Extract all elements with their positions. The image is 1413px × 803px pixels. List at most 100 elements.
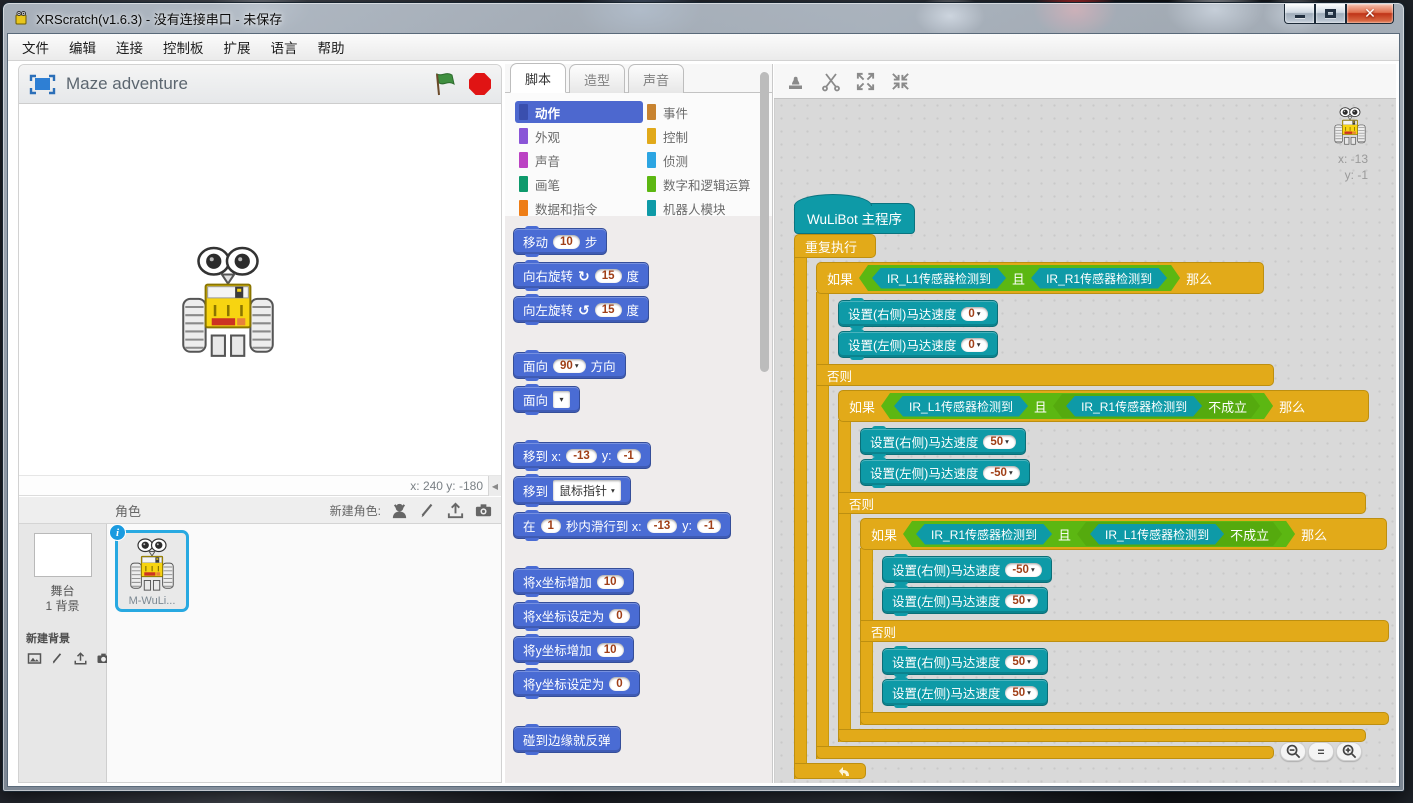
- if3-header[interactable]: 如果 IR_R1传感器检测到 且 IR_L1传感器检测到: [860, 518, 1387, 550]
- motor-block-left-0[interactable]: 设置(左侧)马达速度0▾: [838, 331, 998, 358]
- minimize-button[interactable]: [1284, 4, 1315, 24]
- number-input[interactable]: 1: [541, 519, 561, 533]
- camera-sprite-icon[interactable]: [473, 500, 493, 520]
- category-item-2[interactable]: 事件: [643, 101, 766, 123]
- zoom-in-button[interactable]: [1336, 742, 1362, 761]
- empty-dropdown[interactable]: ▾: [553, 391, 570, 408]
- motor-speed-dropdown[interactable]: 50▾: [1005, 594, 1038, 608]
- if3-else-bar[interactable]: 否则: [860, 620, 1389, 642]
- stop-button[interactable]: [469, 73, 491, 95]
- backdrop-library-icon[interactable]: [24, 648, 44, 668]
- upload-sprite-icon[interactable]: [445, 500, 465, 520]
- palette-block-1[interactable]: 移动10步: [513, 228, 607, 255]
- number-input[interactable]: -13: [647, 519, 678, 533]
- palette-block-17[interactable]: 碰到边缘就反弹: [513, 726, 621, 753]
- stage-backdrop-section[interactable]: 舞台 1 背景 新建背景: [19, 524, 107, 782]
- fullscreen-icon[interactable]: [29, 74, 56, 95]
- new-sprite-library-icon[interactable]: [389, 500, 409, 520]
- palette-block-5[interactable]: 面向90▾方向: [513, 352, 626, 379]
- menu-item-3[interactable]: 连接: [106, 33, 153, 61]
- category-item-5[interactable]: 声音: [515, 149, 643, 171]
- and-operator-2[interactable]: IR_L1传感器检测到 且 IR_R1传感器检测到 不成立: [881, 393, 1273, 419]
- sensor-block-ir-l1[interactable]: IR_L1传感器检测到: [894, 396, 1028, 417]
- motor-speed-dropdown[interactable]: 50▾: [983, 435, 1016, 449]
- grow-sprite-icon[interactable]: [854, 70, 876, 92]
- hat-block-wulibot-main[interactable]: WuLiBot 主程序: [794, 203, 915, 234]
- sensor-block-ir-r1[interactable]: IR_R1传感器检测到: [916, 524, 1052, 545]
- motor-block-left-50[interactable]: 设置(左侧)马达速度50▾: [882, 587, 1048, 614]
- close-button[interactable]: ✕: [1346, 4, 1394, 24]
- script-stack[interactable]: WuLiBot 主程序 重复执行 如果: [794, 191, 1389, 779]
- motor-block-left-50b[interactable]: 设置(左侧)马达速度50▾: [882, 679, 1048, 706]
- tab-2[interactable]: 造型: [569, 64, 625, 93]
- collapse-arrow-button[interactable]: ◀: [488, 476, 501, 496]
- motor-speed-dropdown[interactable]: -50▾: [983, 466, 1019, 480]
- number-input[interactable]: -1: [617, 449, 641, 463]
- green-flag-button[interactable]: [433, 72, 459, 96]
- palette-block-3[interactable]: 向左旋转↺15度: [513, 296, 649, 323]
- palette-block-6[interactable]: 面向▾: [513, 386, 580, 413]
- motor-block-left-neg50[interactable]: 设置(左侧)马达速度-50▾: [860, 459, 1030, 486]
- upload-backdrop-icon[interactable]: [70, 648, 90, 668]
- number-dropdown[interactable]: 90▾: [553, 359, 586, 373]
- if2-else-bar[interactable]: 否则: [838, 492, 1366, 514]
- motor-speed-dropdown[interactable]: 50▾: [1005, 686, 1038, 700]
- menu-item-7[interactable]: 帮助: [308, 33, 355, 61]
- stamp-icon[interactable]: [784, 70, 806, 92]
- motor-block-right-50b[interactable]: 设置(右侧)马达速度50▾: [882, 648, 1048, 675]
- if-else-block-1[interactable]: 如果 IR_L1传感器检测到 且 IR_R1传感器检测到 那么: [816, 262, 1389, 759]
- if2-header[interactable]: 如果 IR_L1传感器检测到 且 IR_R1传感器检测到 不成立: [838, 390, 1369, 422]
- not-operator[interactable]: IR_R1传感器检测到 不成立: [1053, 394, 1260, 418]
- zoom-out-button[interactable]: [1280, 742, 1306, 761]
- palette-scrollbar[interactable]: [760, 72, 769, 372]
- if-else-block-3[interactable]: 如果 IR_R1传感器检测到 且 IR_L1传感器检测到: [860, 518, 1389, 725]
- sensor-block-ir-r1[interactable]: IR_R1传感器检测到: [1066, 396, 1202, 417]
- sensor-block-ir-l1[interactable]: IR_L1传感器检测到: [1090, 524, 1224, 545]
- paint-new-sprite-icon[interactable]: [417, 500, 437, 520]
- paint-backdrop-icon[interactable]: [47, 648, 67, 668]
- palette-block-9[interactable]: 移到鼠标指针▾: [513, 476, 631, 505]
- palette-block-13[interactable]: 将x坐标设定为0: [513, 602, 640, 629]
- forever-header[interactable]: 重复执行: [794, 234, 876, 258]
- menu-item-4[interactable]: 控制板: [153, 33, 214, 61]
- number-input[interactable]: 10: [597, 575, 624, 589]
- not-operator[interactable]: IR_L1传感器检测到 不成立: [1077, 522, 1282, 546]
- category-item-8[interactable]: 数字和逻辑运算: [643, 173, 766, 195]
- motor-block-right-50[interactable]: 设置(右侧)马达速度50▾: [860, 428, 1026, 455]
- motor-speed-dropdown[interactable]: 0▾: [961, 307, 987, 321]
- palette-block-8[interactable]: 移到 x:-13y:-1: [513, 442, 651, 469]
- title-bar[interactable]: XRScratch(v1.6.3) - 没有连接串口 - 未保存 ✕: [3, 3, 1404, 33]
- if1-header[interactable]: 如果 IR_L1传感器检测到 且 IR_R1传感器检测到 那么: [816, 262, 1264, 294]
- menu-item-1[interactable]: 文件: [12, 33, 59, 61]
- motor-block-right-0[interactable]: 设置(右侧)马达速度0▾: [838, 300, 998, 327]
- tab-1[interactable]: 脚本: [510, 63, 566, 93]
- maximize-button[interactable]: [1315, 4, 1346, 24]
- motor-speed-dropdown[interactable]: 0▾: [961, 338, 987, 352]
- script-canvas[interactable]: x: -13 y: -1 WuLiBot 主程序 重复执行: [774, 99, 1396, 783]
- number-input[interactable]: 15: [595, 269, 622, 283]
- number-input[interactable]: 15: [595, 303, 622, 317]
- category-item-3[interactable]: 外观: [515, 125, 643, 147]
- category-item-4[interactable]: 控制: [643, 125, 766, 147]
- sprite-tile-wulibot[interactable]: i M-WuLi...: [115, 530, 189, 612]
- menu-item-5[interactable]: 扩展: [214, 33, 261, 61]
- category-item-6[interactable]: 侦测: [643, 149, 766, 171]
- category-item-1[interactable]: 动作: [515, 101, 643, 123]
- number-input[interactable]: 0: [609, 677, 629, 691]
- menu-item-2[interactable]: 编辑: [59, 33, 106, 61]
- if1-else-bar[interactable]: 否则: [816, 364, 1274, 386]
- and-operator-3[interactable]: IR_R1传感器检测到 且 IR_L1传感器检测到 不成立: [903, 521, 1295, 547]
- menu-dropdown[interactable]: 鼠标指针▾: [553, 480, 621, 501]
- category-item-7[interactable]: 画笔: [515, 173, 643, 195]
- number-input[interactable]: 10: [553, 235, 580, 249]
- sprite-info-badge[interactable]: i: [109, 524, 126, 541]
- palette-block-14[interactable]: 将y坐标增加10: [513, 636, 634, 663]
- shrink-sprite-icon[interactable]: [889, 70, 911, 92]
- motor-speed-dropdown[interactable]: 50▾: [1005, 655, 1038, 669]
- number-input[interactable]: -13: [566, 449, 597, 463]
- zoom-reset-button[interactable]: =: [1308, 742, 1334, 761]
- palette-block-12[interactable]: 将x坐标增加10: [513, 568, 634, 595]
- and-operator-1[interactable]: IR_L1传感器检测到 且 IR_R1传感器检测到: [859, 265, 1180, 291]
- scissors-icon[interactable]: [819, 70, 841, 92]
- sensor-block-ir-r1[interactable]: IR_R1传感器检测到: [1031, 268, 1167, 289]
